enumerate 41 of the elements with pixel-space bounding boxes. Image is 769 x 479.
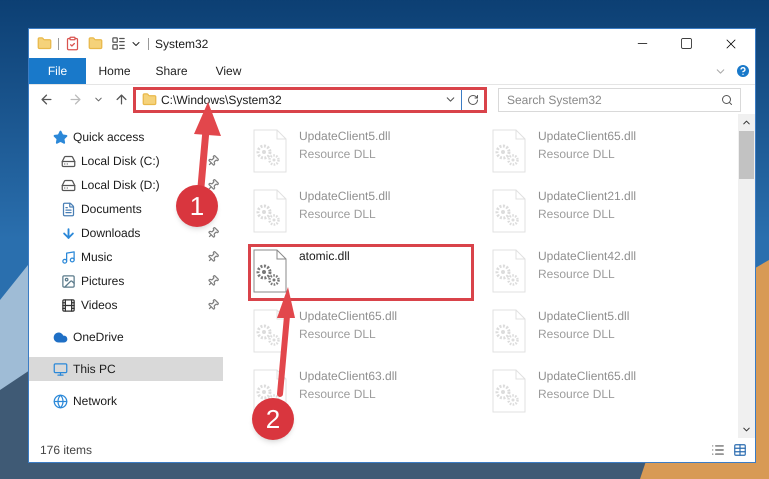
search-field[interactable]: Search System32 bbox=[498, 88, 741, 112]
item-count: 176 items bbox=[40, 442, 92, 459]
sidebar-item[interactable]: Local Disk (C:) bbox=[61, 152, 160, 170]
window-title: System32 bbox=[155, 36, 208, 52]
sidebar-label: Local Disk (D:) bbox=[81, 177, 160, 194]
sidebar-item[interactable]: Local Disk (D:) bbox=[61, 176, 160, 194]
sidebar-item[interactable]: This PC bbox=[53, 360, 116, 378]
sidebar-label: Videos bbox=[81, 297, 118, 314]
sidebar-item[interactable]: Documents bbox=[61, 200, 142, 218]
sidebar-item[interactable]: Videos bbox=[61, 296, 118, 314]
file-type: Resource DLL bbox=[299, 387, 377, 402]
file-name[interactable]: atomic.dll bbox=[299, 249, 350, 264]
sidebar-label: Local Disk (C:) bbox=[81, 153, 160, 170]
sidebar-label: Downloads bbox=[81, 225, 140, 242]
ribbon-tab[interactable]: Home bbox=[86, 58, 143, 84]
sidebar-label: Network bbox=[73, 393, 118, 410]
file-type: Resource DLL bbox=[538, 267, 616, 282]
ribbon-tab[interactable]: File bbox=[29, 58, 86, 84]
file-type: Resource DLL bbox=[299, 147, 377, 162]
sidebar-label: Documents bbox=[81, 201, 142, 218]
sidebar-item[interactable]: Quick access bbox=[53, 128, 144, 146]
sidebar-label: Quick access bbox=[73, 129, 144, 146]
sidebar-label: Pictures bbox=[81, 273, 124, 290]
ribbon-tab[interactable]: View bbox=[200, 58, 257, 84]
sidebar-item[interactable]: Music bbox=[61, 248, 112, 266]
file-type: Resource DLL bbox=[538, 147, 616, 162]
sidebar-label: Music bbox=[81, 249, 112, 266]
file-type: Resource DLL bbox=[299, 327, 377, 342]
address-path: C:\Windows\System32 bbox=[161, 92, 282, 108]
address-bar[interactable]: C:\Windows\System32 bbox=[133, 86, 487, 112]
ribbon-tab[interactable]: Share bbox=[143, 58, 200, 84]
file-type: Resource DLL bbox=[538, 327, 616, 342]
file-type: Resource DLL bbox=[538, 387, 616, 402]
file-type: Resource DLL bbox=[538, 207, 616, 222]
sidebar-item[interactable]: Network bbox=[53, 392, 118, 410]
sidebar-item[interactable]: Downloads bbox=[61, 224, 140, 242]
file-type: Resource DLL bbox=[299, 207, 377, 222]
sidebar-item[interactable]: Pictures bbox=[61, 272, 124, 290]
sidebar-item[interactable]: OneDrive bbox=[53, 328, 124, 346]
sidebar-label: This PC bbox=[73, 361, 116, 378]
sidebar-label: OneDrive bbox=[73, 329, 124, 346]
